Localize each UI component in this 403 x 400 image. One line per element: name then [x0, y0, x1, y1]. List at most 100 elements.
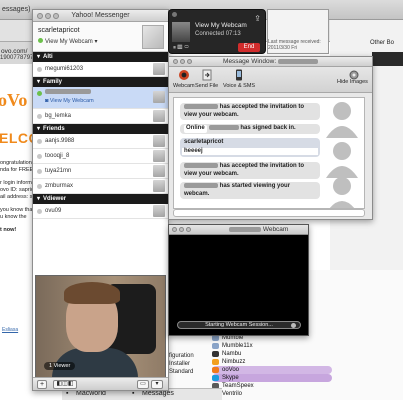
- site-line: ail address: sc: [0, 194, 36, 200]
- menu-chevron-icon[interactable]: ▾: [151, 380, 163, 389]
- site-footer-link[interactable]: Esliasa: [2, 327, 18, 333]
- message-input[interactable]: [173, 209, 365, 217]
- broadcast-status: View My Webcam: [195, 22, 247, 29]
- webcam-session-status: Starting Webcam Session...: [177, 321, 301, 329]
- webcam-viewer-window: Webcam Starting Webcam Session...: [168, 224, 309, 336]
- message-toolbar: Webcam Send File Voice & SMS Hide Images: [169, 67, 372, 93]
- contact-status-message[interactable]: ◙ View My Webcam: [45, 98, 94, 104]
- message-bubble: Online has signed back in.: [180, 124, 320, 134]
- voice-sms-button[interactable]: Voice & SMS: [223, 69, 255, 89]
- site-line: r login inform: [0, 180, 32, 186]
- installer-item[interactable]: Standard: [169, 368, 194, 376]
- webcam-icon: [178, 70, 189, 80]
- contact-row[interactable]: bg_lemka: [33, 109, 168, 124]
- add-contact-button[interactable]: +: [37, 380, 47, 389]
- message-bubble: has accepted the invitation to view your…: [180, 103, 320, 121]
- contact-row[interactable]: aanjs.9988: [33, 134, 168, 149]
- site-line: ovo ID: sapric: [0, 187, 34, 193]
- my-webcam-preview[interactable]: 1 Viewer: [35, 275, 166, 378]
- app-item-teamspeex[interactable]: TeamSpeex: [212, 382, 332, 390]
- other-bookmarks[interactable]: Other Bo: [370, 40, 394, 46]
- installer-item[interactable]: Installer: [169, 360, 194, 368]
- site-line: t now!: [0, 227, 17, 233]
- disclosure-triangle-icon: ▾: [37, 79, 41, 85]
- messenger-titlebar[interactable]: Yahoo! Messenger: [33, 10, 168, 22]
- nambu-icon: [212, 351, 219, 357]
- message-bubble: has started viewing your webcam.: [180, 182, 320, 200]
- phone-icon: [236, 69, 243, 81]
- installer-item[interactable]: figuration: [169, 352, 194, 360]
- nimbuzz-icon: [212, 359, 219, 365]
- my-avatar-icon: [326, 142, 358, 178]
- contact-group-header[interactable]: ▾ Vdiewer: [33, 194, 168, 204]
- avatar[interactable]: [142, 25, 164, 49]
- contact-name: toooqji_8: [45, 153, 70, 159]
- webcam-broadcast-hud: ⇪ View My Webcam Connected 07:13 ⏸ ▥ ▭ E…: [168, 9, 266, 54]
- site-line: u know the: [0, 214, 27, 220]
- site-line: nda for FREE: [0, 167, 34, 173]
- contact-group-header[interactable]: ▾ Friends: [33, 124, 168, 134]
- send-file-button[interactable]: Send File: [195, 69, 218, 89]
- contact-avatar: [153, 63, 165, 75]
- contact-avatar: [153, 110, 165, 122]
- app-item-ventrilo[interactable]: Ventrilo: [212, 390, 332, 398]
- contact-group-header[interactable]: ▾ Family: [33, 77, 168, 87]
- taskbar-messages[interactable]: Messages: [142, 390, 174, 397]
- message-window: Message Window: Webcam Send File Voice &…: [168, 56, 373, 220]
- app-item-mumble11x[interactable]: Mumble11x: [212, 342, 332, 350]
- contact-row[interactable]: tuya21mn: [33, 164, 168, 179]
- app-item-oovoo[interactable]: ooVoo: [212, 366, 332, 374]
- disclosure-triangle-icon: ▾: [37, 196, 41, 202]
- messenger-user-panel: scarletapricot View My Webcam ▾: [33, 22, 168, 52]
- app-item-skype[interactable]: Skype: [212, 374, 332, 382]
- status-dot-icon: [37, 154, 42, 159]
- end-broadcast-button[interactable]: End: [238, 43, 260, 52]
- view-toggle-button[interactable]: ◧◫◧: [53, 380, 77, 389]
- zoom-button[interactable]: [186, 227, 191, 232]
- status-dot-icon: [37, 114, 42, 119]
- contact-avatar: [153, 205, 165, 217]
- hide-images-button[interactable]: Hide Images: [337, 79, 368, 85]
- status-dot-icon: [37, 184, 42, 189]
- last-message-timestamp: Last message received: 2011/3/30 Fri: [268, 39, 321, 51]
- app-item-nimbuzz[interactable]: Nimbuzz: [212, 358, 332, 366]
- username[interactable]: scarletapricot: [38, 27, 80, 34]
- close-icon[interactable]: [172, 12, 177, 17]
- contact-group-header[interactable]: ▾ Alti: [33, 52, 168, 62]
- contact-row[interactable]: zmburmax: [33, 179, 168, 194]
- site-number: 1900778797: [0, 55, 34, 61]
- contact-name: bg_lemka: [45, 113, 72, 119]
- contact-name-redacted: [45, 89, 91, 95]
- share-icon[interactable]: ⇪: [254, 14, 261, 23]
- close-button[interactable]: [172, 227, 177, 232]
- site-body-text: ongratulations! nda for FREE r login inf…: [0, 160, 36, 234]
- status-selector[interactable]: View My Webcam ▾: [38, 38, 97, 45]
- message-window-titlebar[interactable]: Message Window:: [169, 57, 372, 67]
- message-text: heeeej: [182, 147, 318, 155]
- browser-tab-label[interactable]: essages): [2, 6, 30, 13]
- minimize-button[interactable]: [179, 227, 184, 232]
- chat-icon[interactable]: ▭: [137, 380, 149, 389]
- webcam-titlebar[interactable]: Webcam: [169, 225, 308, 235]
- buddy-avatar-icon: [329, 177, 355, 208]
- window-controls[interactable]: [172, 227, 193, 234]
- contact-row-selected[interactable]: ◙ View My Webcam: [33, 87, 168, 109]
- conversation-area[interactable]: has accepted the invitation to view your…: [173, 97, 365, 209]
- contact-row[interactable]: toooqji_8: [33, 149, 168, 164]
- contact-avatar: [153, 135, 165, 147]
- app-item-nambu[interactable]: Nambu: [212, 350, 332, 358]
- folder-icon: ▪: [132, 390, 135, 397]
- taskbar-macworld[interactable]: Macworld: [76, 390, 106, 397]
- messenger-bottom-bar: + ◧◫◧ ▭ ▾: [33, 377, 168, 390]
- disclosure-triangle-icon: ▾: [37, 54, 41, 60]
- contact-row[interactable]: ovu09: [33, 204, 168, 219]
- site-line: ongratulations!: [0, 160, 37, 166]
- contact-row[interactable]: megumi61203: [33, 62, 168, 77]
- status-dot-icon: [37, 67, 42, 72]
- webcam-tool-button[interactable]: Webcam: [173, 69, 195, 89]
- skype-icon: [212, 375, 219, 381]
- message-sender: scarletapricot: [184, 139, 224, 145]
- messenger-title: Yahoo! Messenger: [71, 12, 130, 19]
- broadcast-controls[interactable]: ⏸ ▥ ▭: [173, 45, 189, 52]
- viewer-count-badge: 1 Viewer: [44, 362, 76, 370]
